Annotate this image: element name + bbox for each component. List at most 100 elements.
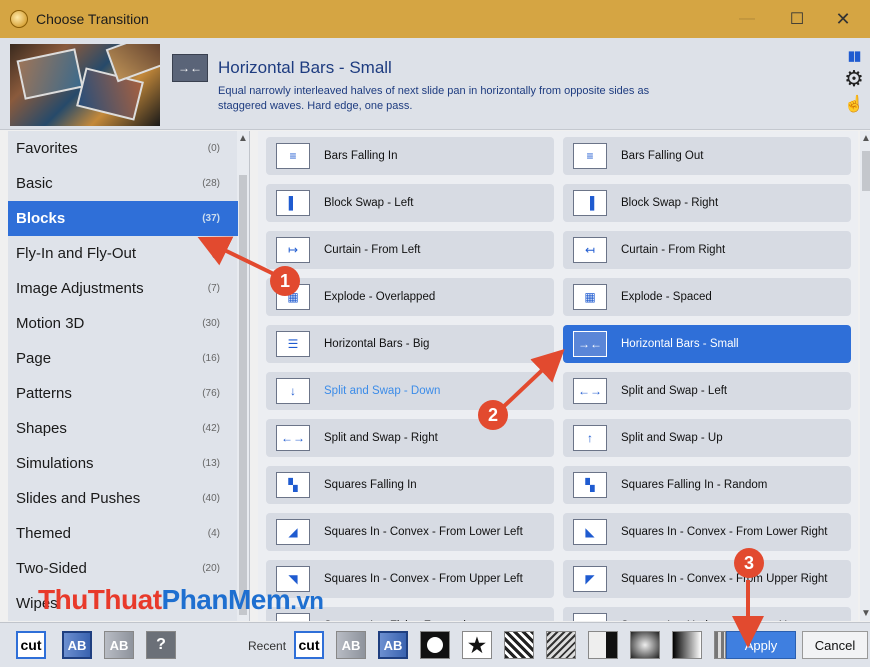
- gear-icon[interactable]: ⚙: [844, 68, 864, 90]
- transition-item[interactable]: ▚ Squares Falling In: [266, 466, 554, 504]
- category-item[interactable]: Page (16): [8, 341, 238, 376]
- squares-falling-in-icon: ▚: [276, 472, 310, 498]
- transition-label: Bars Falling Out: [621, 150, 704, 162]
- watermark-logo: ThuThuatPhanMem.vn: [38, 584, 324, 615]
- transition-item[interactable]: ←→ Split and Swap - Left: [563, 372, 851, 410]
- transition-label: Explode - Spaced: [621, 291, 712, 303]
- category-label: Motion 3D: [16, 315, 85, 332]
- category-item[interactable]: Patterns (76): [8, 376, 238, 411]
- category-item[interactable]: Basic (28): [8, 166, 238, 201]
- step-marker-1: 1: [270, 266, 300, 296]
- recent-ab-button[interactable]: AB: [378, 631, 408, 659]
- category-item[interactable]: Favorites (0): [8, 131, 238, 166]
- transition-scrollbar[interactable]: ▲ ▼: [860, 131, 870, 621]
- transition-item[interactable]: ☰ Horizontal Bars - Big: [266, 325, 554, 363]
- transition-item[interactable]: ↓ Split and Swap - Down: [266, 372, 554, 410]
- category-label: Slides and Pushes: [16, 490, 141, 507]
- transition-item[interactable]: ←→ Split and Swap - Right: [266, 419, 554, 457]
- recent-star-icon[interactable]: ★: [462, 631, 492, 659]
- transition-label: Bars Falling In: [324, 150, 398, 162]
- category-item[interactable]: Simulations (13): [8, 446, 238, 481]
- category-item[interactable]: Slides and Pushes (40): [8, 481, 238, 516]
- transition-item[interactable]: ≡ Bars Falling Out: [563, 137, 851, 175]
- category-count: (42): [202, 423, 220, 434]
- scroll-up-icon[interactable]: ▲: [861, 133, 870, 144]
- category-label: Page: [16, 350, 52, 367]
- transition-label: Squares In - Convex - From Lower Left: [324, 526, 523, 538]
- transition-grid: ≡ Bars Falling In ≡ Bars Falling Out ▌ Block …: [258, 131, 858, 621]
- header-tools: ▮▮ ⚙ ☝: [844, 48, 864, 114]
- category-label: Shapes: [16, 420, 67, 437]
- recent-pattern-icon[interactable]: [546, 631, 576, 659]
- transition-item[interactable]: ▚ Squares Falling In - Random: [563, 466, 851, 504]
- transition-item[interactable]: ▦ Explode - Overlapped: [266, 278, 554, 316]
- recent-pattern-icon[interactable]: [504, 631, 534, 659]
- category-item[interactable]: Blocks (37): [8, 201, 238, 236]
- transition-label: Curtain - From Left: [324, 244, 421, 256]
- transition-item[interactable]: ◣ Squares In - Convex - From Lower Right: [563, 513, 851, 551]
- transition-item[interactable]: ↑ Split and Swap - Up: [563, 419, 851, 457]
- squares-convex-lower-right-icon: ◣: [573, 519, 607, 545]
- transition-item[interactable]: ◤ Squares In - Convex - From Upper Right: [563, 560, 851, 598]
- transition-item[interactable]: ◢ Squares In - Convex - From Lower Left: [266, 513, 554, 551]
- scroll-up-icon[interactable]: ▲: [238, 133, 248, 144]
- split-swap-right-icon: ←→: [276, 425, 310, 451]
- transition-label: Split and Swap - Up: [621, 432, 723, 444]
- transition-item[interactable]: ▌ Block Swap - Left: [266, 184, 554, 222]
- scroll-down-icon[interactable]: ▼: [861, 608, 870, 619]
- recent-iris-icon[interactable]: [630, 631, 660, 659]
- category-count: (28): [202, 178, 220, 189]
- category-count: (0): [207, 143, 220, 154]
- transition-label: Horizontal Bars - Big: [324, 338, 430, 350]
- category-count: (4): [207, 528, 220, 539]
- ab-gray-button[interactable]: AB: [104, 631, 134, 659]
- bars-falling-out-icon: ≡: [573, 143, 607, 169]
- transition-item[interactable]: ≡ Bars Falling In: [266, 137, 554, 175]
- recent-wipe-icon[interactable]: [588, 631, 618, 659]
- category-item[interactable]: Motion 3D (30): [8, 306, 238, 341]
- category-item[interactable]: Two-Sided (20): [8, 551, 238, 586]
- category-item[interactable]: Shapes (42): [8, 411, 238, 446]
- bars-falling-in-icon: ≡: [276, 143, 310, 169]
- curtain-left-icon: ↦: [276, 237, 310, 263]
- category-count: (37): [202, 213, 220, 224]
- transition-item[interactable]: ▦ Explode - Spaced: [563, 278, 851, 316]
- split-swap-left-icon: ←→: [573, 378, 607, 404]
- close-button[interactable]: ✕: [820, 0, 866, 38]
- pause-icon[interactable]: ▮▮: [848, 48, 861, 64]
- horizontal-bars-small-icon: →←: [172, 54, 208, 82]
- transition-item[interactable]: ↤ Curtain - From Right: [563, 231, 851, 269]
- scrollbar-thumb[interactable]: [862, 151, 870, 191]
- ab-transition-button[interactable]: AB: [62, 631, 92, 659]
- category-label: Simulations: [16, 455, 94, 472]
- cut-button[interactable]: cut: [16, 631, 46, 659]
- transition-item[interactable]: ↦ Curtain - From Left: [266, 231, 554, 269]
- transition-item[interactable]: ▐ Block Swap - Right: [563, 184, 851, 222]
- category-item[interactable]: Image Adjustments (7): [8, 271, 238, 306]
- recent-fade-icon[interactable]: [672, 631, 702, 659]
- category-count: (76): [202, 388, 220, 399]
- minimize-button[interactable]: —: [724, 0, 770, 38]
- cancel-button[interactable]: Cancel: [802, 631, 868, 659]
- transition-item[interactable]: ◫ Squares In - Horizontal - From Upper: [563, 607, 851, 621]
- squares-falling-random-icon: ▚: [573, 472, 607, 498]
- recent-bars-icon[interactable]: [714, 631, 726, 659]
- recent-circle-icon[interactable]: [420, 631, 450, 659]
- category-count: (16): [202, 353, 220, 364]
- random-transition-button[interactable]: ?: [146, 631, 176, 659]
- transition-item[interactable]: →← Horizontal Bars - Small: [563, 325, 851, 363]
- hand-pointer-icon[interactable]: ☝: [844, 94, 864, 114]
- recent-cut-button[interactable]: cut: [294, 631, 324, 659]
- category-item[interactable]: Fly-In and Fly-Out (1: [8, 236, 238, 271]
- transition-label: Squares Falling In: [324, 479, 417, 491]
- category-count: (30): [202, 318, 220, 329]
- category-count: (7): [207, 283, 220, 294]
- recent-ab-gray-button[interactable]: AB: [336, 631, 366, 659]
- apply-button[interactable]: Apply: [726, 631, 796, 659]
- step-marker-3: 3: [734, 548, 764, 578]
- maximize-button[interactable]: ☐: [774, 0, 820, 38]
- category-item[interactable]: Themed (4): [8, 516, 238, 551]
- scrollbar-thumb[interactable]: [239, 175, 247, 615]
- category-scrollbar[interactable]: ▲: [237, 131, 249, 621]
- transition-label: Squares In - Convex - From Upper Right: [621, 573, 828, 585]
